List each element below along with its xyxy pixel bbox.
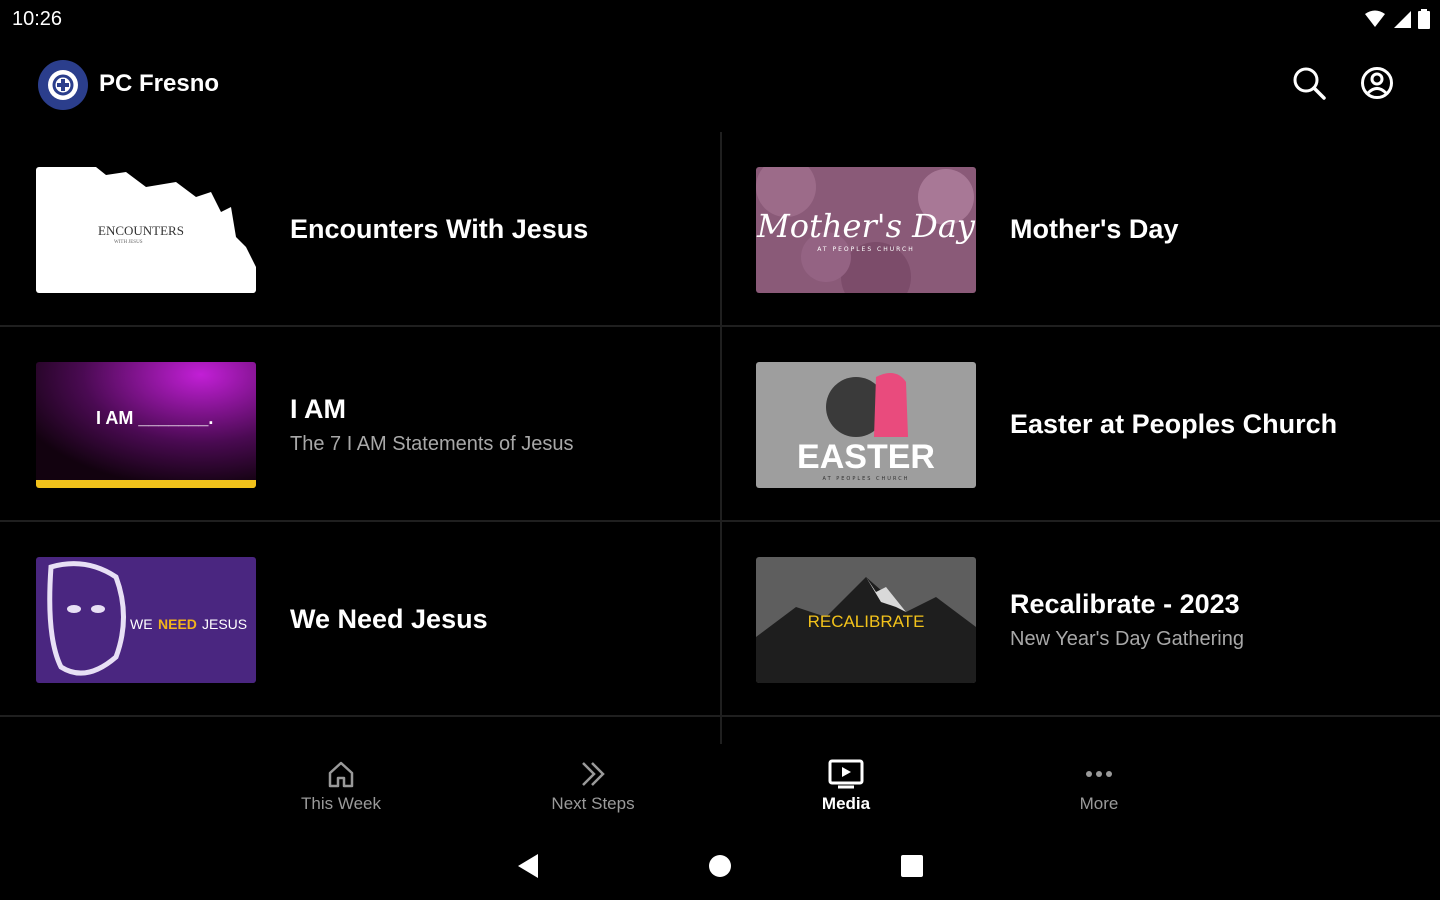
- thumb-text: ENCOUNTERS: [98, 223, 184, 238]
- series-title: Easter at Peoples Church: [1010, 409, 1338, 439]
- media-series-grid: ENCOUNTERS WITH JESUS Encounters With Je…: [0, 132, 1440, 744]
- series-thumbnail: RECALIBRATE: [756, 557, 976, 683]
- more-dots-icon: [1084, 756, 1114, 792]
- nav-next-steps[interactable]: Next Steps: [523, 756, 663, 814]
- series-card-recalibrate-2023[interactable]: RECALIBRATE Recalibrate - 2023 New Year'…: [720, 522, 1440, 717]
- home-button-icon[interactable]: [704, 850, 736, 882]
- series-thumbnail: Mother's Day AT PEOPLES CHURCH: [756, 167, 976, 293]
- thumb-text: NEED: [158, 616, 197, 632]
- app-bar: PC Fresno: [0, 40, 1440, 132]
- bottom-navigation: This Week Next Steps Media More: [0, 744, 1440, 830]
- thumb-text: EASTER: [797, 438, 935, 476]
- app-title: PC Fresno: [99, 70, 220, 97]
- series-title: We Need Jesus: [290, 604, 488, 634]
- recents-icon[interactable]: [896, 850, 928, 882]
- series-thumbnail: ENCOUNTERS WITH JESUS: [36, 167, 256, 293]
- series-title: Encounters With Jesus: [290, 214, 589, 244]
- series-card-i-am[interactable]: I AM _______. I AM The 7 I AM Statements…: [0, 327, 720, 522]
- nav-label: Media: [821, 794, 871, 813]
- series-card-mothers-day[interactable]: Mother's Day AT PEOPLES CHURCH Mother's …: [720, 132, 1440, 327]
- series-title: Recalibrate - 2023: [1010, 588, 1240, 619]
- series-card-encounters-with-jesus[interactable]: ENCOUNTERS WITH JESUS Encounters With Je…: [0, 132, 720, 327]
- nav-media[interactable]: Media: [776, 756, 916, 814]
- thumb-text: Mother's Day: [756, 207, 976, 245]
- battery-icon: [1418, 9, 1430, 34]
- nav-label: Next Steps: [551, 794, 635, 813]
- thumb-text: I AM _______.: [96, 408, 213, 428]
- system-navigation-bar: [0, 830, 1440, 900]
- search-icon[interactable]: [1290, 64, 1328, 102]
- nav-this-week[interactable]: This Week: [271, 756, 411, 814]
- thumb-subtext: AT PEOPLES CHURCH: [823, 476, 910, 482]
- nav-label: This Week: [301, 794, 381, 813]
- thumb-text: RECALIBRATE: [808, 612, 925, 631]
- thumb-subtext: WITH JESUS: [114, 240, 143, 245]
- wifi-icon: [1364, 9, 1386, 34]
- double-chevron-icon: [578, 756, 608, 792]
- series-thumbnail: EASTER AT PEOPLES CHURCH: [756, 362, 976, 488]
- series-card-easter[interactable]: EASTER AT PEOPLES CHURCH Easter at Peopl…: [720, 327, 1440, 522]
- status-time: 10:26: [12, 8, 63, 30]
- series-thumbnail: I AM _______.: [36, 362, 256, 488]
- media-icon: [828, 756, 864, 792]
- back-icon[interactable]: [512, 850, 544, 882]
- nav-more[interactable]: More: [1029, 756, 1169, 814]
- church-logo-icon[interactable]: [38, 60, 88, 110]
- thumb-subtext: AT PEOPLES CHURCH: [817, 246, 914, 253]
- nav-label: More: [1079, 794, 1119, 813]
- series-subtitle: New Year's Day Gathering: [1010, 627, 1244, 650]
- series-subtitle: The 7 I AM Statements of Jesus: [290, 432, 574, 455]
- status-bar: 10:26: [0, 0, 1440, 40]
- account-icon[interactable]: [1358, 64, 1396, 102]
- series-card-we-need-jesus[interactable]: WE NEED JESUS We Need Jesus: [0, 522, 720, 717]
- thumb-text: JESUS: [202, 616, 247, 632]
- series-thumbnail: WE NEED JESUS: [36, 557, 256, 683]
- thumb-text: WE: [130, 616, 153, 632]
- series-title: I AM: [290, 393, 346, 424]
- signal-icon: [1392, 9, 1412, 34]
- series-title: Mother's Day: [1010, 214, 1179, 244]
- home-icon: [326, 756, 356, 792]
